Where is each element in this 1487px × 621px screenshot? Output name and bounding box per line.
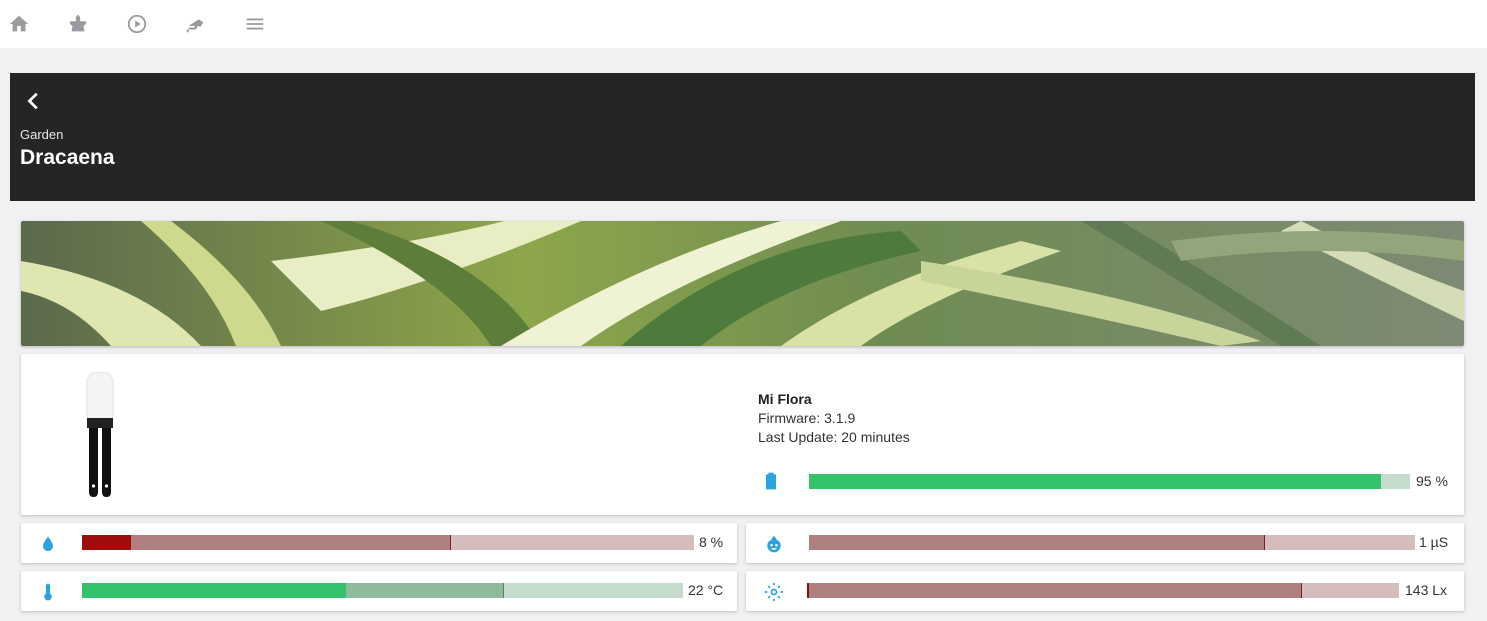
device-firmware: Firmware: 3.1.9 bbox=[758, 410, 856, 426]
home-icon[interactable] bbox=[7, 12, 31, 36]
battery-value: 95 % bbox=[1416, 473, 1448, 489]
moisture-bar-marker bbox=[450, 535, 451, 550]
sensor-device-image bbox=[86, 372, 114, 497]
device-last-update: Last Update: 20 minutes bbox=[758, 429, 910, 445]
plant-banner-image bbox=[21, 221, 1464, 346]
moisture-bar-fill bbox=[82, 535, 131, 550]
sun-icon bbox=[763, 581, 785, 603]
battery-bar-fill bbox=[809, 474, 1381, 489]
page-subtitle: Garden bbox=[20, 127, 64, 142]
battery-icon bbox=[760, 470, 782, 492]
device-card: Mi Flora Firmware: 3.1.9 Last Update: 20… bbox=[21, 354, 1464, 515]
temperature-card: 22 °C bbox=[21, 571, 737, 611]
illuminance-card: 143 Lx bbox=[746, 571, 1464, 611]
water-drop-icon bbox=[37, 533, 59, 555]
illuminance-bar-fill bbox=[807, 583, 809, 598]
conductivity-value: 1 µS bbox=[1419, 534, 1449, 550]
moisture-card: 8 % bbox=[21, 523, 737, 563]
top-nav-bar bbox=[0, 0, 1487, 48]
conductivity-bar-range bbox=[809, 535, 1265, 550]
moisture-bar-range bbox=[82, 535, 451, 550]
plant-icon[interactable] bbox=[66, 12, 90, 36]
device-name: Mi Flora bbox=[758, 391, 812, 407]
moisture-value: 8 % bbox=[699, 534, 724, 550]
temperature-bar bbox=[82, 583, 683, 598]
thermometer-icon bbox=[37, 581, 59, 603]
back-button[interactable] bbox=[20, 87, 48, 115]
camera-icon[interactable] bbox=[184, 12, 208, 36]
conductivity-bar-marker bbox=[1264, 535, 1265, 550]
page-title: Dracaena bbox=[20, 146, 115, 169]
fertilizer-icon bbox=[763, 533, 785, 555]
illuminance-bar-marker bbox=[1301, 583, 1302, 598]
illuminance-bar-range bbox=[807, 583, 1302, 598]
page-header: Garden Dracaena bbox=[10, 73, 1475, 201]
illuminance-value: 143 Lx bbox=[1405, 582, 1448, 598]
temperature-bar-fill bbox=[82, 583, 346, 598]
device-info: Mi Flora Firmware: 3.1.9 Last Update: 20… bbox=[758, 390, 910, 447]
temperature-value: 22 °C bbox=[688, 582, 724, 598]
battery-bar bbox=[809, 474, 1410, 489]
chevron-left-icon bbox=[27, 92, 38, 110]
play-icon[interactable] bbox=[125, 12, 149, 36]
conductivity-bar bbox=[809, 535, 1415, 550]
temperature-bar-marker bbox=[503, 583, 504, 598]
conductivity-card: 1 µS bbox=[746, 523, 1464, 563]
illuminance-bar bbox=[807, 583, 1399, 598]
moisture-bar bbox=[82, 535, 694, 550]
menu-icon[interactable] bbox=[243, 12, 267, 36]
